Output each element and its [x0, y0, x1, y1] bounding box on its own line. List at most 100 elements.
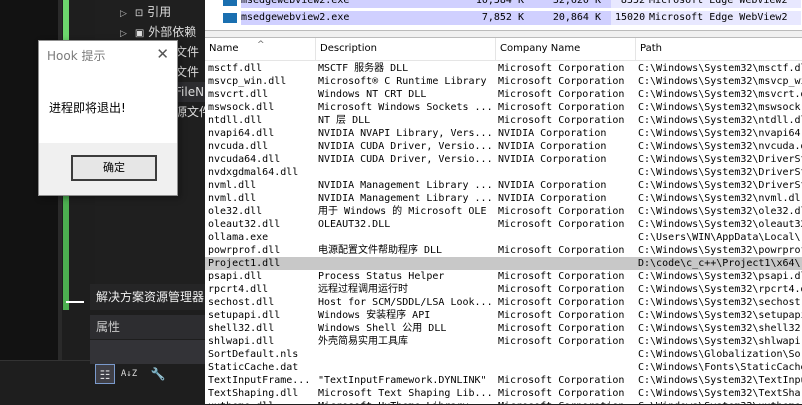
tree-item-external-deps[interactable]: ▷ ▣ 外部依赖 — [120, 22, 196, 42]
pid: 8352 — [620, 0, 645, 6]
dll-path: C:\Windows\System32\oleaut32 — [638, 219, 802, 230]
table-row[interactable]: psapi.dll Process Status Helper Microsoft … — [205, 270, 802, 283]
dll-company: Microsoft Corporation — [498, 76, 625, 87]
expand-icon[interactable]: ▷ — [120, 29, 127, 39]
process-description: Microsoft Edge WebView2 — [649, 0, 788, 6]
dll-description: MSCTF 服务器 DLL — [318, 63, 409, 74]
dll-name: Project1.dll — [208, 258, 281, 269]
dll-company: NVIDIA Corporation — [498, 193, 607, 204]
dll-company: Microsoft Corporation — [498, 336, 625, 347]
table-row[interactable]: SortDefault.nls C:\Windows\Globalization\… — [205, 348, 802, 361]
output-area — [0, 360, 90, 405]
tree-item-files[interactable]: 文件 — [175, 42, 199, 62]
table-row[interactable]: oleaut32.dll OLEAUT32.DLL Microsoft Corpor… — [205, 218, 802, 231]
column-name[interactable]: ^ Name — [205, 38, 316, 60]
column-path-label: Path — [640, 43, 662, 54]
table-row[interactable]: nvdxgdmal64.dll C:\Windows\System32\Drive… — [205, 166, 802, 179]
table-row[interactable]: rpcrt4.dll 远程过程调用运行时 Microsoft Corporation… — [205, 283, 802, 296]
dll-description: Microsoft Text Shaping Lib... — [318, 388, 493, 399]
dll-list-header: ^ Name Description Company Name Path — [205, 38, 802, 61]
table-row[interactable]: Project1.dll D:\code\c_c++\Project1\x64\ — [205, 257, 802, 270]
table-row[interactable]: sechost.dll Host for SCM/SDDL/LSA Look...… — [205, 296, 802, 309]
expand-icon[interactable]: ▷ — [120, 9, 127, 19]
dll-description: 远程过程调用运行时 — [318, 284, 408, 295]
process-row[interactable]: msedgewebview2.exe 10,584 K 32,620 K 835… — [205, 0, 802, 8]
dll-name: mswsock.dll — [208, 102, 275, 113]
dll-path: C:\Windows\System32\TextInpu — [638, 375, 802, 386]
column-company[interactable]: Company Name — [496, 38, 636, 60]
dll-description: Microsoft UxTheme Library — [318, 400, 498, 404]
table-row[interactable]: ollama.exe C:\Users\WIN\AppData\Local\ — [205, 231, 802, 244]
wrench-icon[interactable]: 🔧 — [148, 364, 168, 384]
column-company-label: Company Name — [500, 43, 581, 54]
table-row[interactable]: powrprof.dll 电源配置文件帮助程序 DLL Microsoft Corp… — [205, 244, 802, 257]
close-icon[interactable]: ✕ — [156, 45, 169, 63]
dll-path: C:\Windows\System32\ntdll.dl — [638, 115, 802, 126]
dll-description: NVIDIA Management Library ... — [318, 180, 493, 191]
dll-company: Microsoft Corporation — [498, 206, 625, 217]
table-row[interactable]: ole32.dll 用于 Windows 的 Microsoft OLE Micro… — [205, 205, 802, 218]
dll-path: D:\code\c_c++\Project1\x64\ — [638, 258, 801, 269]
tree-item-references[interactable]: ▷ ⊡ 引用 — [120, 2, 171, 22]
dll-company: NVIDIA Corporation — [498, 128, 607, 139]
categorized-button[interactable]: ☷ — [95, 364, 115, 384]
properties-title[interactable]: 属性 — [90, 315, 205, 339]
table-row[interactable]: nvml.dll NVIDIA Management Library ... NVI… — [205, 192, 802, 205]
column-path[interactable]: Path — [636, 38, 802, 60]
dll-description: 电源配置文件帮助程序 DLL — [318, 245, 443, 256]
table-row[interactable]: StaticCache.dat C:\Windows\Fonts\StaticCa… — [205, 361, 802, 374]
dll-company: NVIDIA Corporation — [498, 180, 607, 191]
table-row[interactable]: TextShaping.dll Microsoft Text Shaping Li… — [205, 387, 802, 400]
tree-item-filename[interactable]: FileN — [175, 82, 205, 102]
column-description-label: Description — [320, 43, 377, 54]
column-description[interactable]: Description — [316, 38, 496, 60]
dll-company: Microsoft Corporation — [498, 219, 625, 230]
table-row[interactable]: msvcp_win.dll Microsoft® C Runtime Librar… — [205, 75, 802, 88]
table-row[interactable]: TextInputFrame... "TextInputFramework.DYN… — [205, 374, 802, 387]
table-row[interactable]: uxtheme.dllMicrosoft UxTheme LibraryMicr… — [205, 400, 802, 404]
ok-button[interactable]: 确定 — [71, 155, 157, 181]
dll-name: TextShaping.dll — [208, 388, 299, 399]
dll-name: nvcuda.dll — [208, 141, 269, 152]
dll-company: NVIDIA Corporation — [498, 141, 607, 152]
tree-item-label: FileN — [175, 85, 205, 99]
dll-description: OLEAUT32.DLL — [318, 219, 391, 230]
dll-path: C:\Windows\System32\TextSha — [638, 388, 801, 399]
dll-description: NT 层 DLL — [318, 115, 371, 126]
process-name: msedgewebview2.exe — [241, 12, 350, 23]
table-row[interactable]: nvcuda.dll NVIDIA CUDA Driver, Versio... N… — [205, 140, 802, 153]
solution-explorer-title[interactable]: 解决方案资源管理器 — [90, 284, 205, 310]
properties-toolbar — [90, 340, 205, 364]
table-row[interactable]: shlwapi.dll 外壳简易实用工具库 Microsoft Corporatio… — [205, 335, 802, 348]
table-row[interactable]: msvcrt.dll Windows NT CRT DLL Microsoft Co… — [205, 88, 802, 101]
dll-description: Microsoft Windows Sockets ... — [318, 102, 493, 113]
table-row[interactable]: nvcuda64.dll NVIDIA CUDA Driver, Versio..… — [205, 153, 802, 166]
private-bytes: 10,584 K — [475, 0, 524, 6]
table-row[interactable]: ntdll.dll NT 层 DLL Microsoft Corporation C:… — [205, 114, 802, 127]
dll-name: oleaut32.dll — [208, 219, 281, 230]
alphabetical-button[interactable]: A↓Z — [119, 364, 139, 384]
dll-path: C:\Windows\System32\powrprof — [638, 245, 802, 256]
pid: 15020 — [615, 12, 646, 23]
process-list: msedgewebview2.exe 10,584 K 32,620 K 835… — [205, 0, 802, 30]
dll-path: C:\Windows\System32\ole32.dl — [638, 206, 802, 217]
dll-path: C:\Windows\System32\nvcuda.d — [638, 141, 802, 152]
table-row[interactable]: shell32.dll Windows Shell 公用 DLL Microsoft… — [205, 322, 802, 335]
table-row[interactable]: nvapi64.dll NVIDIA NVAPI Library, Vers...… — [205, 127, 802, 140]
dll-company: Microsoft Corporation — [498, 102, 625, 113]
table-row[interactable]: mswsock.dll Microsoft Windows Sockets ...… — [205, 101, 802, 114]
dll-path: C:\Windows\System32\DriverSt — [638, 167, 802, 178]
tree-item-label: 外部依赖 — [148, 25, 197, 39]
pane-splitter[interactable] — [205, 30, 802, 38]
reference-icon: ⊡ — [134, 8, 144, 19]
dll-name: msctf.dll — [208, 63, 263, 74]
dll-description: NVIDIA CUDA Driver, Versio... — [318, 154, 493, 165]
table-row[interactable]: msctf.dll MSCTF 服务器 DLL Microsoft Corporat… — [205, 62, 802, 75]
table-row[interactable]: nvml.dll NVIDIA Management Library ... NVI… — [205, 179, 802, 192]
dll-name: nvml.dll — [208, 193, 257, 204]
dll-name: shlwapi.dll — [208, 336, 275, 347]
dll-company: Microsoft Corporation — [498, 89, 625, 100]
process-row[interactable]: msedgewebview2.exe 7,852 K 20,864 K 1502… — [205, 11, 802, 25]
table-row[interactable]: setupapi.dll Windows 安装程序 API Microsoft Co… — [205, 309, 802, 322]
tree-item-files-2[interactable]: 文件 — [175, 62, 199, 82]
